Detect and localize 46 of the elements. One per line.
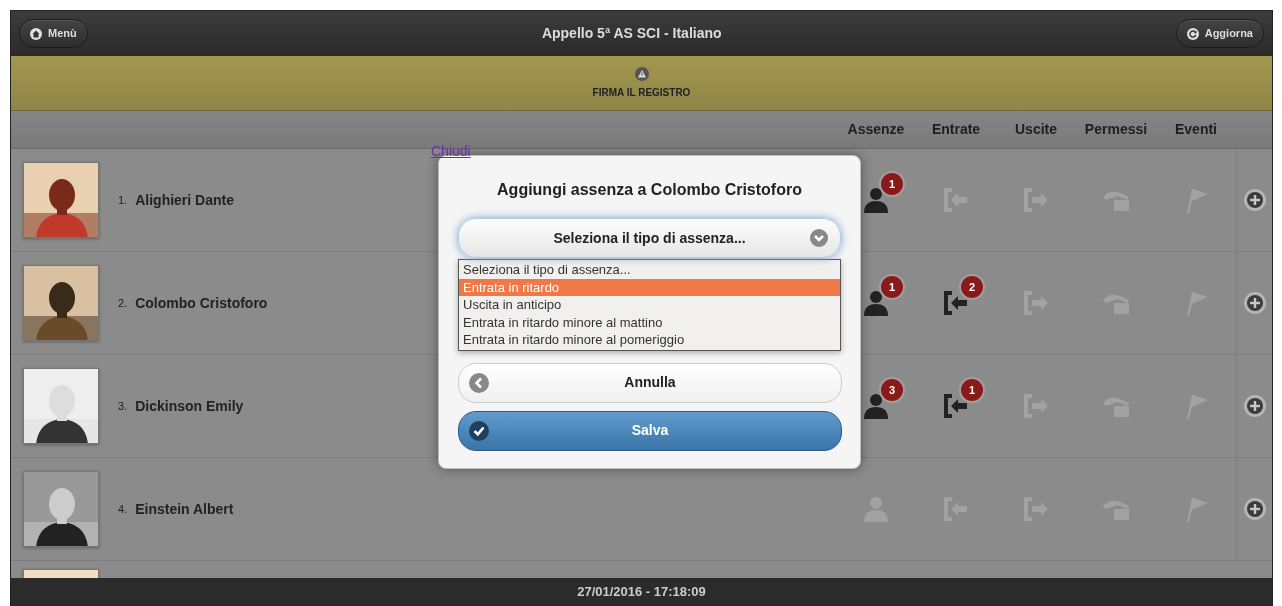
footer-timestamp: 27/01/2016 - 17:18:09	[11, 578, 1272, 606]
row-number: 1.	[118, 192, 128, 208]
dropdown-option[interactable]: Uscita in anticipo	[459, 296, 840, 314]
row-number: 3.	[118, 398, 128, 414]
person-icon[interactable]	[862, 185, 890, 215]
dialog-title: Aggiungi assenza a Colombo Cristoforo	[496, 180, 803, 200]
home-icon	[30, 27, 42, 40]
enter-icon[interactable]	[942, 288, 970, 318]
student-name: Colombo Cristoforo	[135, 293, 268, 313]
student-name: Einstein Albert	[135, 499, 234, 519]
refresh-button[interactable]: Aggiorna	[1175, 19, 1264, 48]
banner-text: FIRMA IL REGISTRO	[592, 85, 691, 100]
row-number: 2.	[118, 295, 128, 311]
add-icon[interactable]	[1242, 188, 1267, 212]
count-badge: 1	[881, 276, 903, 298]
check-icon	[469, 420, 489, 441]
student-name: Dickinson Emily	[135, 396, 244, 416]
column-header: Eventi	[1174, 120, 1218, 139]
enter-icon[interactable]	[942, 391, 970, 421]
column-header: Uscite	[1014, 120, 1058, 139]
save-button[interactable]: Salva	[458, 410, 842, 451]
absence-type-select[interactable]: Seleziona il tipo di assenza...	[458, 218, 841, 258]
menu-button[interactable]: Menù	[19, 19, 88, 48]
warning-icon	[634, 66, 649, 81]
back-icon	[469, 372, 489, 393]
column-header: Assenze	[846, 120, 906, 139]
add-icon[interactable]	[1242, 497, 1267, 521]
count-badge: 1	[961, 379, 983, 401]
person-icon[interactable]	[862, 288, 890, 318]
dropdown-option[interactable]: Entrata in ritardo minore al pomeriggio	[459, 331, 840, 349]
page-title: Appello 5ª AS SCI - Italiano	[541, 24, 722, 43]
dropdown-option[interactable]: Seleziona il tipo di assenza...	[459, 261, 840, 279]
refresh-icon	[1186, 27, 1199, 40]
chevron-down-icon	[810, 229, 828, 247]
count-badge: 1	[881, 173, 903, 195]
column-header: Permessi	[1083, 120, 1149, 139]
student-name: Alighieri Dante	[135, 190, 234, 210]
column-header: Entrate	[930, 120, 982, 139]
add-icon[interactable]	[1242, 291, 1267, 315]
count-badge: 2	[961, 276, 983, 298]
dropdown-option[interactable]: Entrata in ritardo minore al mattino	[459, 313, 840, 331]
add-icon[interactable]	[1242, 394, 1267, 418]
cancel-button[interactable]: Annulla	[458, 362, 842, 403]
count-badge: 3	[881, 379, 903, 401]
row-number: 4.	[118, 501, 128, 517]
person-icon[interactable]	[862, 391, 890, 421]
